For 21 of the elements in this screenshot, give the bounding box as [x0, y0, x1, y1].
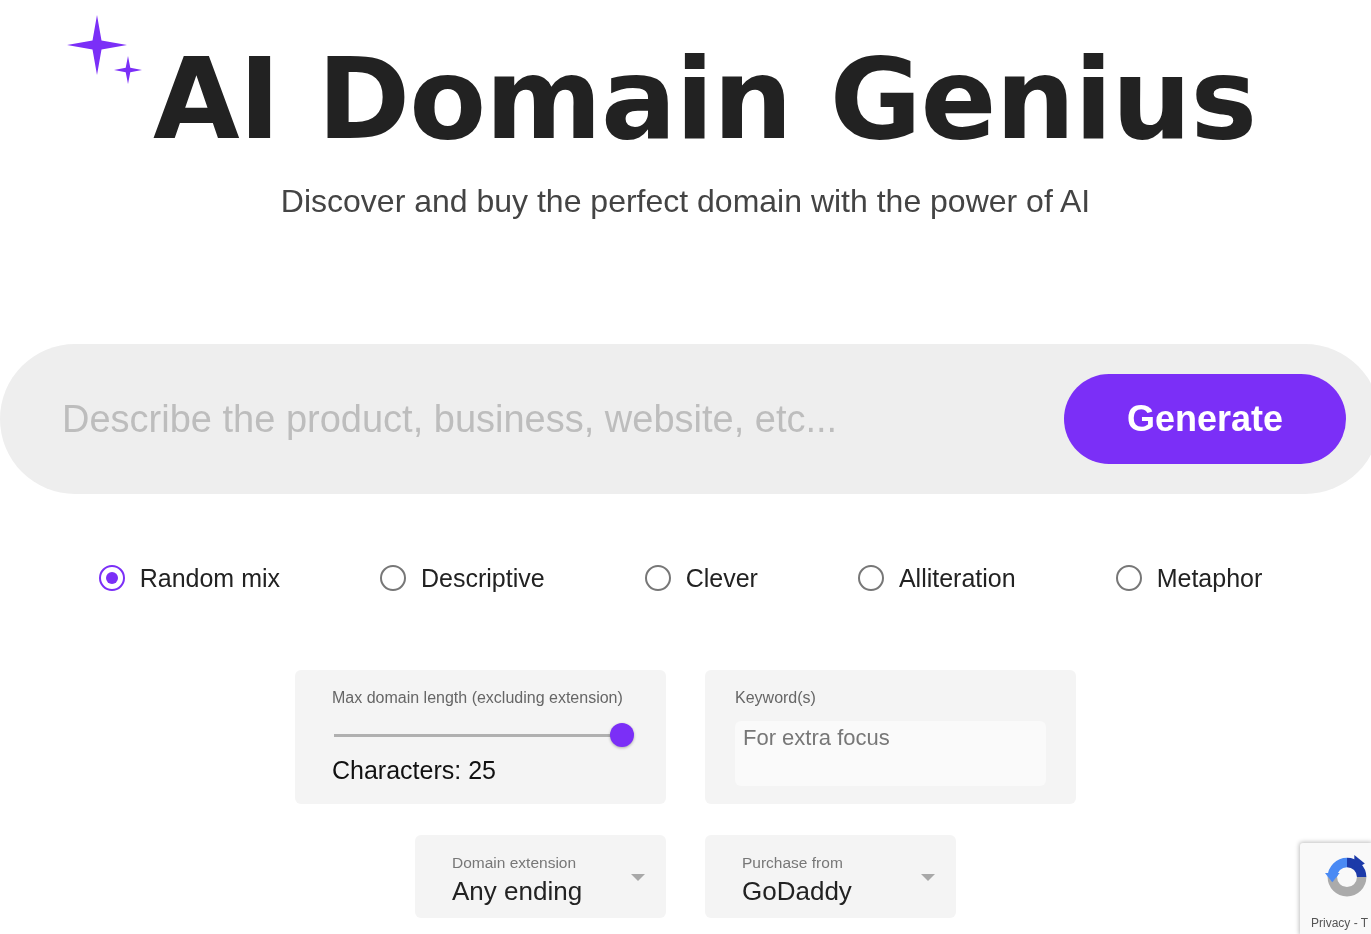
- slider-thumb[interactable]: [610, 723, 634, 747]
- keyword-input[interactable]: For extra focus: [735, 721, 1046, 786]
- privacy-link[interactable]: Privacy - T: [1311, 916, 1369, 930]
- caret-icon: [631, 874, 645, 881]
- radio-option[interactable]: Metaphor: [1115, 563, 1263, 593]
- slider-value: Characters: 25: [332, 755, 496, 785]
- generate-button[interactable]: Generate: [1064, 374, 1346, 464]
- radio-option[interactable]: Alliteration: [857, 563, 1016, 593]
- field-label: Domain extension: [452, 854, 577, 872]
- dropdown[interactable]: Domain extension Any ending: [415, 835, 666, 918]
- subtitle: Discover and buy the perfect domain with the power of AI: [280, 182, 1091, 220]
- radio-option[interactable]: Clever: [644, 563, 758, 593]
- radio-option[interactable]: Descriptive: [380, 563, 545, 593]
- field-label: Max domain length (excluding extension): [332, 689, 623, 707]
- field-label: Purchase from: [742, 854, 843, 872]
- radio-option[interactable]: Random mix: [98, 563, 281, 593]
- caret-icon: [921, 874, 935, 881]
- field-label: Keyword(s): [735, 689, 816, 707]
- page-title: AI Domain Genius: [153, 43, 1257, 155]
- dropdown[interactable]: Purchase from GoDaddy: [705, 835, 956, 918]
- circular-arrows-icon: [1325, 853, 1369, 897]
